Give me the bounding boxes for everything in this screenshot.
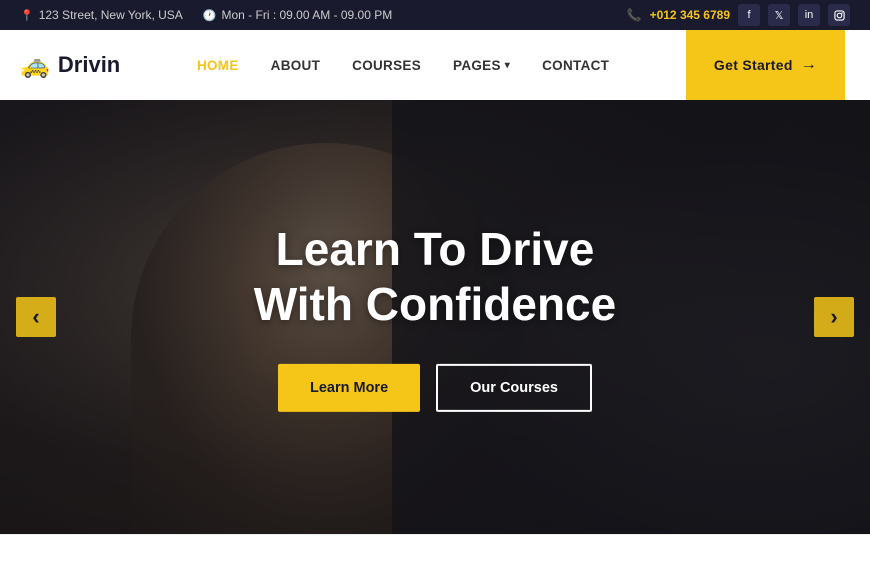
nav-item-home[interactable]: HOME <box>181 30 255 100</box>
facebook-social-icon[interactable]: f <box>738 4 760 26</box>
nav-item-courses[interactable]: COURSES <box>336 30 437 100</box>
instagram-social-icon[interactable] <box>828 4 850 26</box>
address-item: 📍 123 Street, New York, USA <box>20 8 183 22</box>
hero-content: Learn To Drive With Confidence Learn Mor… <box>0 222 870 412</box>
our-courses-button[interactable]: Our Courses <box>436 364 592 412</box>
nav-item-pages[interactable]: PAGES ▾ <box>437 30 526 100</box>
get-started-label: Get Started <box>714 57 793 73</box>
hours-item: 🕐 Mon - Fri : 09.00 AM - 09.00 PM <box>203 8 392 22</box>
logo-text: Drivin <box>58 52 120 78</box>
slider-prev-button[interactable]: ‹ <box>16 297 56 337</box>
logo[interactable]: 🚕 Drivin <box>20 51 120 80</box>
learn-more-button[interactable]: Learn More <box>278 364 420 412</box>
linkedin-social-icon[interactable]: in <box>798 4 820 26</box>
arrow-right-icon: › <box>830 306 837 328</box>
top-bar-right: 📞 +012 345 6789 f 𝕏 in <box>627 4 850 26</box>
header: 🚕 Drivin HOME ABOUT COURSES PAGES ▾ CONT… <box>0 30 870 100</box>
bottom-strip <box>0 534 870 564</box>
phone-text: +012 345 6789 <box>650 8 730 22</box>
hero-section: ‹ Learn To Drive With Confidence Learn M… <box>0 100 870 534</box>
arrow-left-icon: ‹ <box>32 306 39 328</box>
address-text: 123 Street, New York, USA <box>39 8 183 22</box>
get-started-button[interactable]: Get Started → <box>686 30 845 100</box>
pages-chevron-icon: ▾ <box>505 60 510 71</box>
get-started-arrow-icon: → <box>801 56 817 74</box>
nav-item-contact[interactable]: CONTACT <box>526 30 625 100</box>
top-bar: 📍 123 Street, New York, USA 🕐 Mon - Fri … <box>0 0 870 30</box>
hours-text: Mon - Fri : 09.00 AM - 09.00 PM <box>221 8 392 22</box>
twitter-social-icon[interactable]: 𝕏 <box>768 4 790 26</box>
car-icon: 🚕 <box>20 51 50 80</box>
phone-icon: 📞 <box>627 8 642 22</box>
nav-item-about[interactable]: ABOUT <box>255 30 337 100</box>
location-icon: 📍 <box>20 9 34 22</box>
main-nav: HOME ABOUT COURSES PAGES ▾ CONTACT <box>181 30 625 100</box>
hero-buttons: Learn More Our Courses <box>20 364 850 412</box>
clock-icon: 🕐 <box>203 9 217 22</box>
top-bar-left: 📍 123 Street, New York, USA 🕐 Mon - Fri … <box>20 8 392 22</box>
hero-title: Learn To Drive With Confidence <box>20 222 850 332</box>
slider-next-button[interactable]: › <box>814 297 854 337</box>
